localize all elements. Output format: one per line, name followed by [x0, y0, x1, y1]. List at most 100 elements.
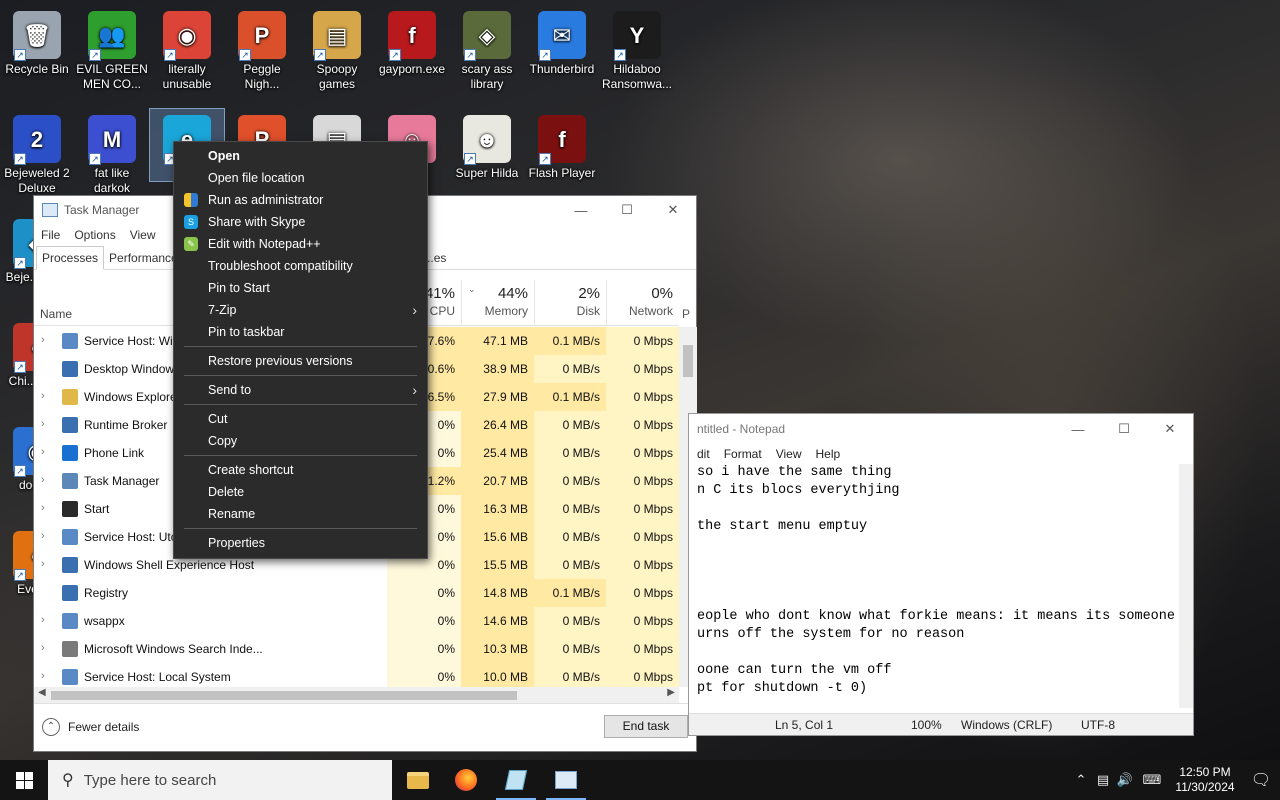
tab-performance[interactable]: Performance: [104, 247, 183, 269]
menu-view[interactable]: View: [130, 228, 156, 242]
desktop-icon[interactable]: f ↗ gayporn.exe: [375, 5, 449, 77]
column-header-disk[interactable]: 2% Disk: [534, 280, 606, 326]
start-button[interactable]: [0, 760, 48, 800]
menu-item-send-to[interactable]: Send to ›: [174, 379, 427, 401]
expand-chevron-icon[interactable]: ›: [41, 418, 45, 430]
menu-item-troubleshoot-compatibility[interactable]: Troubleshoot compatibility: [174, 255, 427, 277]
tab-processes[interactable]: Processes: [36, 246, 105, 270]
menu-item-run-as-administrator[interactable]: Run as administrator: [174, 189, 427, 211]
notepad-window[interactable]: ntitled - Notepad — ☐ ✕ dit Format View …: [688, 413, 1194, 736]
desktop-icon-label: Thunderbird: [529, 62, 595, 76]
desktop-icon[interactable]: 2 ↗ Bejeweled 2 Deluxe: [0, 109, 74, 196]
menu-item-open[interactable]: Open: [174, 145, 427, 167]
text-editor[interactable]: so i have the same thing n C its blocs ev…: [697, 464, 1182, 708]
menu-view[interactable]: View: [776, 447, 802, 461]
menu-item-share-with-skype[interactable]: S Share with Skype: [174, 211, 427, 233]
network-icon[interactable]: ▤: [1092, 772, 1114, 788]
desktop-icon[interactable]: 👥 ↗ EVIL GREEN MEN CO...: [75, 5, 149, 92]
menu-item-create-shortcut[interactable]: Create shortcut: [174, 459, 427, 481]
notepad-titlebar[interactable]: ntitled - Notepad — ☐ ✕: [689, 414, 1193, 444]
task-manager-taskbar-button[interactable]: [542, 760, 590, 800]
menu-item-restore-previous-versions[interactable]: Restore previous versions: [174, 350, 427, 372]
menu-file[interactable]: File: [41, 228, 60, 242]
column-usage-percent: 2%: [578, 285, 600, 302]
scroll-thumb[interactable]: [683, 345, 693, 377]
maximize-button[interactable]: ☐: [1101, 415, 1147, 443]
expand-chevron-icon[interactable]: ›: [41, 390, 45, 402]
expand-chevron-icon[interactable]: ›: [41, 642, 45, 654]
expand-chevron-icon[interactable]: ›: [41, 558, 45, 570]
menu-edit[interactable]: dit: [697, 447, 710, 461]
column-header-memory[interactable]: ⌄ 44% Memory: [461, 280, 534, 326]
menu-item-pin-to-start[interactable]: Pin to Start: [174, 277, 427, 299]
menu-item-7-zip[interactable]: 7-Zip ›: [174, 299, 427, 321]
horizontal-scrollbar[interactable]: ◀ ▶: [34, 687, 679, 703]
taskbar: ⚲ ⌃ ▤ 🔊 ⌨ 12:50 PM 11/30/2024 🗨: [0, 760, 1280, 800]
maximize-button[interactable]: ☐: [604, 196, 650, 224]
desktop-icon[interactable]: f ↗ Flash Player: [525, 109, 599, 181]
volume-icon[interactable]: 🔊: [1114, 772, 1136, 788]
name-column-header[interactable]: Name: [40, 307, 72, 321]
process-name: Service Host: Utc...: [84, 530, 187, 544]
table-row[interactable]: › Microsoft Windows Search Inde... 0% 10.3 …: [34, 635, 679, 663]
taskbar-search[interactable]: ⚲: [48, 760, 392, 800]
table-row[interactable]: › Service Host: Local System 0% 10.0 MB 0 MB…: [34, 663, 679, 687]
notification-icon[interactable]: 🗨: [1242, 770, 1280, 790]
desktop-icon[interactable]: M ↗ fat like darkok: [75, 109, 149, 196]
desktop-icon[interactable]: ✉ ↗ Thunderbird: [525, 5, 599, 77]
close-button[interactable]: ✕: [650, 196, 696, 224]
search-input[interactable]: [83, 771, 364, 789]
menu-help[interactable]: Help: [816, 447, 841, 461]
minimize-button[interactable]: —: [1055, 415, 1101, 443]
expand-chevron-icon[interactable]: ›: [41, 502, 45, 514]
vertical-scrollbar[interactable]: [1179, 464, 1193, 708]
menu-separator: [184, 346, 417, 347]
scroll-left-icon[interactable]: ◀: [38, 687, 46, 698]
desktop-icon[interactable]: Y ↗ Hildaboo Ransomwa...: [600, 5, 674, 92]
menu-item-properties[interactable]: Properties: [174, 532, 427, 554]
expand-chevron-icon[interactable]: ›: [41, 670, 45, 682]
menu-item-copy[interactable]: Copy: [174, 430, 427, 452]
menu-options[interactable]: Options: [74, 228, 115, 242]
process-name: Microsoft Windows Search Inde...: [84, 642, 263, 656]
scroll-thumb[interactable]: [51, 691, 517, 700]
menu-item-cut[interactable]: Cut: [174, 408, 427, 430]
desktop-icon[interactable]: 🗑 ↗ Recycle Bin: [0, 5, 74, 77]
file-explorer-taskbar-button[interactable]: [394, 760, 442, 800]
menu-item-pin-to-taskbar[interactable]: Pin to taskbar: [174, 321, 427, 343]
expand-chevron-icon[interactable]: ›: [41, 334, 45, 346]
clock[interactable]: 12:50 PM 11/30/2024: [1168, 765, 1242, 795]
desktop-icon[interactable]: ☻ ↗ Super Hilda: [450, 109, 524, 181]
menu-item-delete[interactable]: Delete: [174, 481, 427, 503]
expand-chevron-icon[interactable]: ›: [41, 530, 45, 542]
menu-item-rename[interactable]: Rename: [174, 503, 427, 525]
close-button[interactable]: ✕: [1147, 415, 1193, 443]
desktop-icon[interactable]: ▤ ↗ Spoopy games: [300, 5, 374, 92]
scroll-right-icon[interactable]: ▶: [667, 687, 675, 698]
clock-date: 11/30/2024: [1175, 780, 1235, 794]
process-name: Windows Shell Experience Host: [84, 558, 255, 572]
expand-chevron-icon[interactable]: ›: [41, 474, 45, 486]
menu-format[interactable]: Format: [724, 447, 762, 461]
chevron-up-icon[interactable]: ⌃: [1070, 772, 1092, 788]
desktop-icon[interactable]: ◈ ↗ scary ass library: [450, 5, 524, 92]
notepad-taskbar-button[interactable]: [492, 760, 540, 800]
desktop-icon[interactable]: ◉ ↗ literally unusable: [150, 5, 224, 92]
power-column-header[interactable]: P: [682, 307, 690, 321]
column-header-network[interactable]: 0% Network: [606, 280, 679, 326]
menu-item-label: 7-Zip: [208, 303, 237, 317]
menu-item-edit-with-notepad[interactable]: ✎ Edit with Notepad++: [174, 233, 427, 255]
expand-chevron-icon[interactable]: ›: [41, 446, 45, 458]
end-task-button[interactable]: End task: [604, 715, 688, 738]
keyboard-icon[interactable]: ⌨: [1136, 772, 1168, 788]
fewer-details-button[interactable]: ⌃ Fewer details: [42, 718, 139, 736]
table-row[interactable]: Registry 0% 14.8 MB 0.1 MB/s 0 Mbps: [34, 579, 679, 607]
menu-item-label: Share with Skype: [208, 215, 306, 229]
expand-chevron-icon[interactable]: ›: [41, 614, 45, 626]
process-name: Desktop Window...: [84, 362, 184, 376]
table-row[interactable]: › wsappx 0% 14.6 MB 0 MB/s 0 Mbps: [34, 607, 679, 635]
desktop-icon[interactable]: P ↗ Peggle Nigh...: [225, 5, 299, 92]
minimize-button[interactable]: —: [558, 196, 604, 224]
menu-item-open-file-location[interactable]: Open file location: [174, 167, 427, 189]
firefox-taskbar-button[interactable]: [442, 760, 490, 800]
